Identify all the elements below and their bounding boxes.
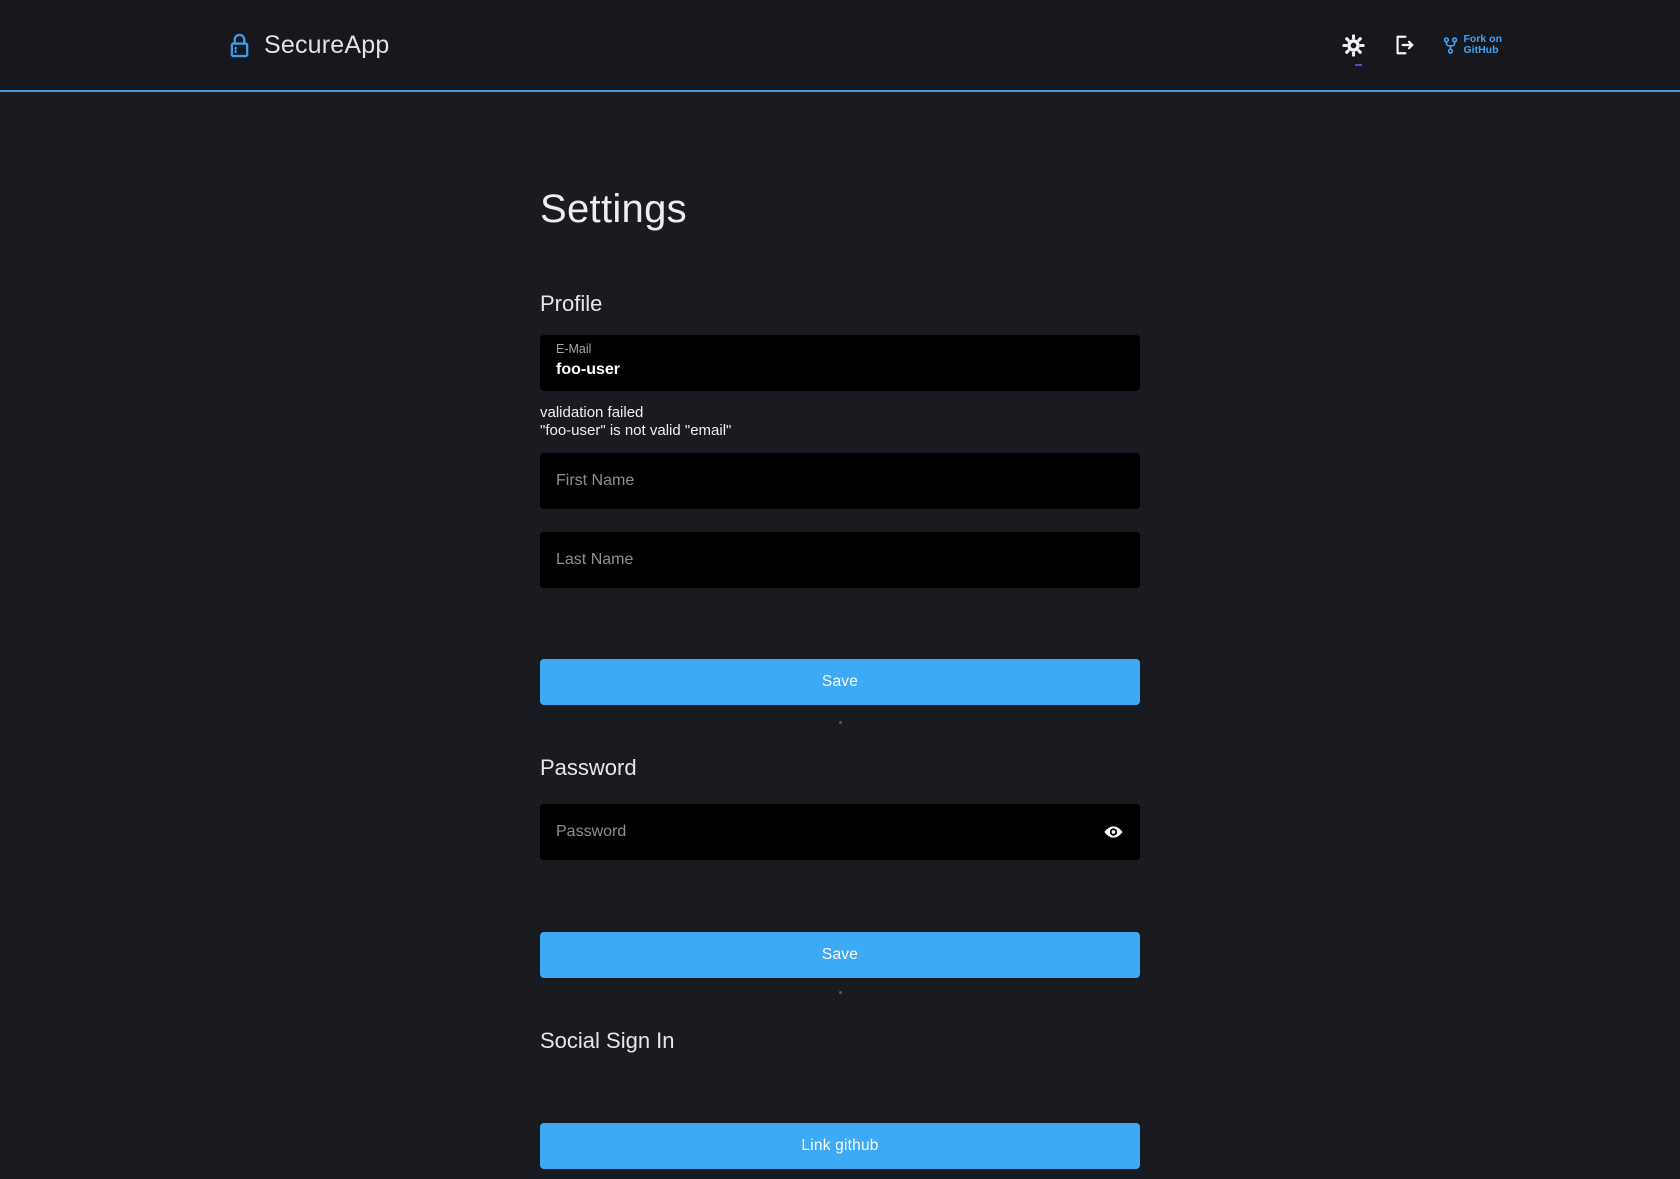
profile-save-button[interactable]: Save xyxy=(540,659,1140,705)
fork-on-github-link[interactable]: Fork on GitHub xyxy=(1443,34,1503,57)
password-heading: Password xyxy=(540,754,1140,782)
email-field-label: E-Mail xyxy=(556,342,1124,357)
section-divider-dot xyxy=(839,721,842,724)
app-header: SecureApp xyxy=(0,0,1680,92)
settings-gear-button[interactable] xyxy=(1342,34,1365,57)
first-name-input[interactable] xyxy=(540,453,1140,509)
header-actions: Fork on GitHub xyxy=(1342,34,1503,57)
eye-icon xyxy=(1103,822,1124,843)
logout-button[interactable] xyxy=(1393,34,1415,56)
validation-error-line2: "foo-user" is not valid "email" xyxy=(540,422,1140,440)
section-divider-dot xyxy=(839,991,842,994)
brand[interactable]: SecureApp xyxy=(228,31,390,60)
validation-error: validation failed "foo-user" is not vali… xyxy=(540,404,1140,439)
main-content: Settings Profile E-Mail validation faile… xyxy=(0,185,1680,1169)
settings-column: Settings Profile E-Mail validation faile… xyxy=(540,185,1140,1169)
password-save-button[interactable]: Save xyxy=(540,932,1140,978)
password-visibility-button[interactable] xyxy=(1101,820,1126,845)
email-field[interactable]: E-Mail xyxy=(540,335,1140,391)
lock-icon xyxy=(228,32,251,59)
email-input[interactable] xyxy=(556,359,1124,381)
git-fork-icon xyxy=(1443,36,1458,55)
app-title: SecureApp xyxy=(264,31,390,60)
password-input[interactable] xyxy=(540,804,1140,860)
fork-link-text: Fork on GitHub xyxy=(1464,34,1503,57)
link-github-button[interactable]: Link github xyxy=(540,1123,1140,1169)
profile-heading: Profile xyxy=(540,290,1140,318)
gear-icon xyxy=(1342,34,1365,57)
gear-active-indicator xyxy=(1355,64,1362,66)
validation-error-line1: validation failed xyxy=(540,404,1140,422)
password-field xyxy=(540,804,1140,860)
social-sign-in-heading: Social Sign In xyxy=(540,1027,1140,1055)
page-title: Settings xyxy=(540,185,1140,233)
logout-icon xyxy=(1393,34,1415,56)
last-name-input[interactable] xyxy=(540,532,1140,588)
